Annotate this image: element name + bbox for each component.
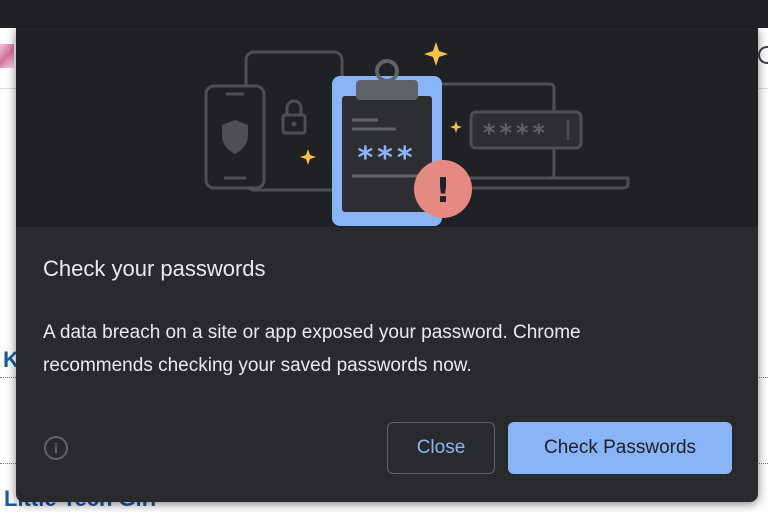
clipboard-password-mask: *** <box>357 141 416 176</box>
info-icon[interactable]: i <box>44 436 68 460</box>
browser-titlebar <box>0 0 768 28</box>
alert-icon: ! <box>435 171 451 211</box>
site-favicon[interactable] <box>0 44 14 68</box>
dialog-body: A data breach on a site or app exposed y… <box>43 322 581 376</box>
devices-illustration: *** **** ! <box>204 42 630 226</box>
close-button[interactable]: Close <box>387 422 495 474</box>
password-illustration: *** **** ! <box>16 28 758 227</box>
password-check-dialog: *** **** ! Check your passwords A data b… <box>16 28 758 502</box>
dialog-title: Check your passwords <box>43 256 266 281</box>
check-passwords-button[interactable]: Check Passwords <box>508 422 732 474</box>
field-password-mask: **** <box>483 119 549 147</box>
